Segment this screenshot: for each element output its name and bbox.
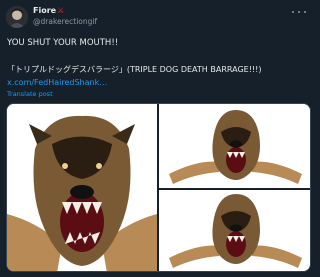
snarling-dog-image <box>159 190 310 271</box>
more-options-icon[interactable] <box>292 8 306 16</box>
swords-emoji-icon: ⚔ <box>57 6 65 15</box>
translate-post-link[interactable]: Translate post <box>7 90 53 98</box>
snarling-dog-image <box>7 104 157 271</box>
media-image-3[interactable] <box>159 190 310 271</box>
snarling-dog-image <box>159 104 310 188</box>
tweet-text-line1: YOU SHUT YOUR MOUTH!! <box>7 38 119 48</box>
display-name-text[interactable]: Fiore <box>33 6 56 15</box>
tweet-card: Fiore⚔ @drakerectiongif YOU SHUT YOUR MO… <box>0 0 314 277</box>
media-grid <box>6 103 311 272</box>
media-image-1[interactable] <box>7 104 157 271</box>
avatar[interactable] <box>6 6 28 28</box>
tweet-link[interactable]: x.com/FedHairedShank… <box>7 78 107 87</box>
tweet-text-line2: 「トリプルドッグデスバラージ」(TRIPLE DOG DEATH BARRAGE… <box>7 65 262 74</box>
user-handle[interactable]: @drakerectiongif <box>33 17 97 26</box>
media-image-2[interactable] <box>159 104 310 188</box>
avatar-image <box>6 6 28 28</box>
display-name[interactable]: Fiore⚔ <box>33 6 64 15</box>
